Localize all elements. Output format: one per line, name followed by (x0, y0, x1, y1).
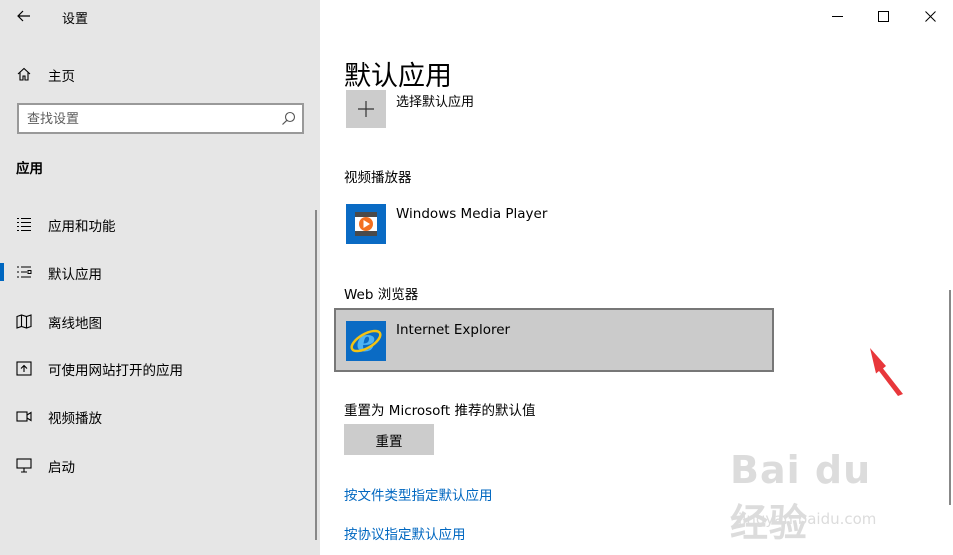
default-apps-icon (17, 266, 32, 278)
reset-button[interactable]: 重置 (344, 424, 434, 455)
close-icon (924, 10, 936, 22)
web-browser-app-button[interactable]: e Internet Explorer (334, 308, 774, 372)
windows-media-player-icon (346, 204, 386, 244)
choose-default-app-row[interactable]: 选择默认应用 (344, 90, 644, 130)
sidebar-item-label: 应用和功能 (48, 219, 116, 235)
link-default-by-file-type[interactable]: 按文件类型指定默认应用 (344, 484, 493, 504)
internet-explorer-icon: e (346, 321, 386, 361)
main-scrollbar[interactable] (949, 290, 951, 505)
close-button[interactable] (907, 0, 953, 32)
home-icon (17, 67, 31, 81)
sidebar-item-default-apps[interactable]: 默认应用 (0, 252, 320, 292)
add-app-tile (346, 90, 386, 128)
startup-icon (16, 458, 32, 473)
list-icon (17, 217, 31, 232)
sidebar-item-apps-features[interactable]: 应用和功能 (0, 204, 320, 244)
sidebar: 设置 主页 应用 应用和功能 默认应用 离线地图 可使用网站打开的应用 视频播放… (0, 0, 320, 555)
search-box[interactable] (17, 103, 304, 134)
sidebar-item-home[interactable]: 主页 (0, 58, 320, 90)
maximize-icon (877, 10, 889, 22)
back-arrow-icon (17, 10, 30, 22)
map-icon (16, 314, 32, 329)
video-icon (16, 411, 32, 422)
minimize-button[interactable] (814, 0, 860, 32)
watermark-logo: Bai du 经验 (730, 448, 872, 545)
web-browser-app-name: Internet Explorer (396, 322, 511, 338)
reset-heading: 重置为 Microsoft 推荐的默认值 (344, 403, 536, 419)
choose-default-app-label: 选择默认应用 (396, 95, 475, 110)
page-title: 默认应用 (344, 61, 452, 92)
sidebar-scrollbar[interactable] (315, 210, 317, 540)
sidebar-item-label: 主页 (48, 69, 75, 85)
back-button[interactable] (8, 2, 40, 30)
sidebar-item-label: 启动 (48, 460, 75, 476)
sidebar-item-label: 视频播放 (48, 411, 102, 427)
sidebar-item-offline-maps[interactable]: 离线地图 (0, 301, 320, 341)
maximize-button[interactable] (860, 0, 906, 32)
plus-icon (358, 101, 374, 117)
watermark-url: jingyan.baidu.com (738, 510, 877, 528)
link-default-by-protocol[interactable]: 按协议指定默认应用 (344, 523, 466, 543)
video-player-heading: 视频播放器 (344, 170, 412, 186)
video-player-app-name: Windows Media Player (396, 206, 548, 222)
sidebar-section-heading: 应用 (16, 161, 43, 177)
sidebar-item-label: 默认应用 (48, 267, 102, 283)
web-browser-heading: Web 浏览器 (344, 287, 419, 303)
search-icon (282, 111, 296, 125)
sidebar-item-label: 可使用网站打开的应用 (48, 363, 183, 379)
sidebar-item-label: 离线地图 (48, 316, 102, 332)
annotation-arrow-icon (870, 348, 903, 396)
baidu-jingyan-watermark: Bai du 经验 jingyan.baidu.com (730, 448, 920, 545)
svg-text:e: e (356, 324, 375, 359)
open-website-icon (16, 361, 32, 376)
sidebar-item-startup[interactable]: 启动 (0, 445, 320, 485)
sidebar-item-video-playback[interactable]: 视频播放 (0, 396, 320, 436)
video-player-app-button[interactable]: Windows Media Player (344, 202, 644, 246)
minimize-icon (831, 15, 843, 17)
sidebar-item-websites-apps[interactable]: 可使用网站打开的应用 (0, 348, 320, 388)
window-title: 设置 (62, 12, 89, 27)
search-input[interactable] (27, 109, 277, 129)
